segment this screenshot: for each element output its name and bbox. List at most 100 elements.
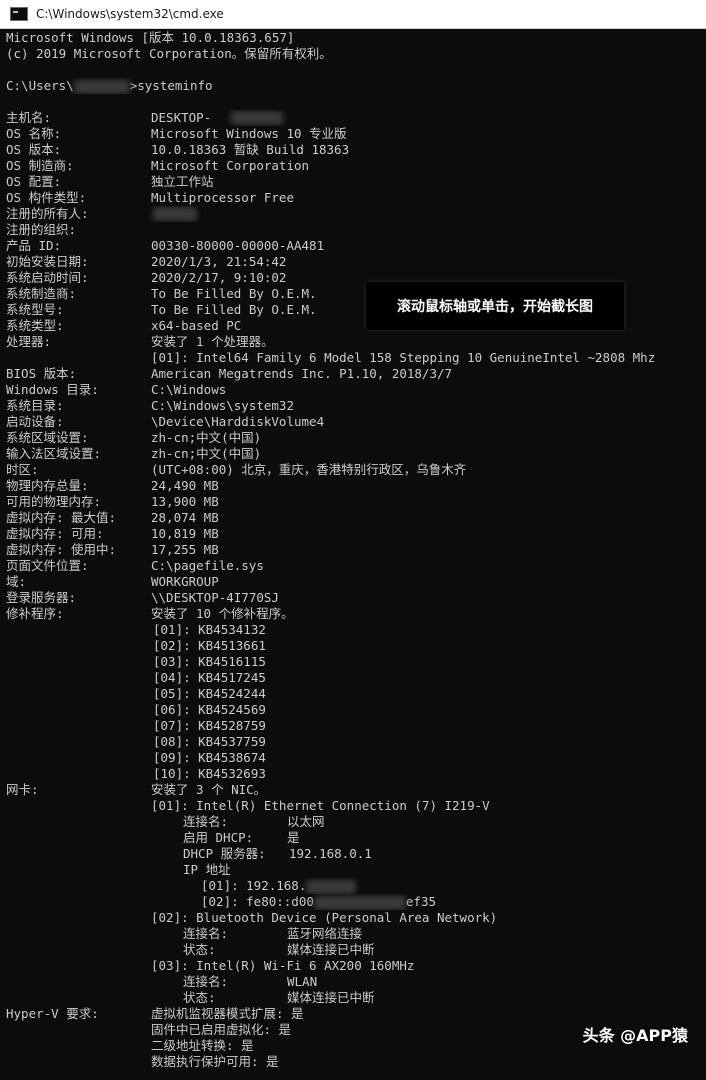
nic-3-conn-label: 连接名: — [183, 974, 229, 989]
info-label: 系统目录: — [6, 398, 64, 413]
info-label: OS 版本: — [6, 142, 62, 157]
info-value: 00330-80000-00000-AA481 — [151, 238, 325, 253]
info-label: 虚拟内存: 可用: — [6, 526, 104, 541]
hyperv-line-1: 虚拟机监视器模式扩展: 是 — [151, 1006, 304, 1021]
info-value: zh-cn;中文(中国) — [151, 446, 262, 461]
redacted-hostname — [231, 111, 283, 125]
info-value: 17,255 MB — [151, 542, 219, 557]
hyperv-line-3: 二级地址转换: 是 — [151, 1038, 254, 1053]
nic-2-conn-label: 连接名: — [183, 926, 229, 941]
info-label: OS 构件类型: — [6, 190, 87, 205]
console-line: 状态: 媒体连接已中断 — [6, 942, 702, 958]
info-row: OS 名称: Microsoft Windows 10 专业版 — [6, 126, 702, 142]
info-value: 安装了 10 个修补程序。 — [151, 606, 294, 621]
console-line: 网卡: 安装了 3 个 NIC。 — [6, 782, 702, 798]
console-line: [01]: 192.168. — [6, 878, 702, 894]
console-line: Microsoft Windows [版本 10.0.18363.657] — [6, 30, 702, 46]
info-label: 登录服务器: — [6, 590, 77, 605]
hyperv-line-4: 数据执行保护可用: 是 — [151, 1054, 279, 1069]
hotfix-list: [01]: KB4534132 [02]: KB4513661 [03]: KB45… — [6, 622, 702, 782]
info-value: WORKGROUP — [151, 574, 219, 589]
hotfix-id: [04]: KB4517245 — [153, 670, 266, 685]
nic-2-name: [02]: Bluetooth Device (Personal Area Ne… — [151, 910, 498, 925]
info-row: 可用的物理内存: 13,900 MB — [6, 494, 702, 510]
info-value: 28,074 MB — [151, 510, 219, 525]
info-label: 虚拟内存: 使用中: — [6, 542, 117, 557]
info-value: C:\pagefile.sys — [151, 558, 264, 573]
hotfix-id: [06]: KB4524569 — [153, 702, 266, 717]
window-title: C:\Windows\system32\cmd.exe — [36, 7, 224, 21]
title-bar[interactable]: C:\Windows\system32\cmd.exe — [0, 0, 706, 29]
info-value: To Be Filled By O.E.M. — [151, 302, 317, 317]
console-line: [01]: Intel(R) Ethernet Connection (7) I… — [6, 798, 702, 814]
console-line: 连接名: 蓝牙网络连接 — [6, 926, 702, 942]
nic-3-name: [03]: Intel(R) Wi-Fi 6 AX200 160MHz — [151, 958, 415, 973]
hotfix-item: [04]: KB4517245 — [6, 670, 702, 686]
info-label: 时区: — [6, 462, 39, 477]
info-label: 产品 ID: — [6, 238, 62, 253]
info-value: C:\Windows — [151, 382, 227, 397]
hotfix-id: [09]: KB4538674 — [153, 750, 266, 765]
info-row: OS 制造商: Microsoft Corporation — [6, 158, 702, 174]
hotfix-item: [02]: KB4513661 — [6, 638, 702, 654]
console-line: (c) 2019 Microsoft Corporation。保留所有权利。 — [6, 46, 702, 62]
nic-1-name: [01]: Intel(R) Ethernet Connection (7) I… — [151, 798, 490, 813]
cmd-window: C:\Windows\system32\cmd.exe Microsoft Wi… — [0, 0, 706, 1080]
info-label: 修补程序: — [6, 606, 64, 621]
hotfix-id: [02]: KB4513661 — [153, 638, 266, 653]
info-label: 输入法区域设置: — [6, 446, 102, 461]
console-line: C:\Users\ >systeminfo — [6, 78, 702, 94]
info-label: 系统区域设置: — [6, 430, 89, 445]
info-label: 系统类型: — [6, 318, 64, 333]
nic-summary: 安装了 3 个 NIC。 — [151, 782, 267, 797]
info-row: 注册的所有人: — [6, 206, 702, 222]
nic-3-state-label: 状态: — [183, 990, 216, 1005]
console-line: 连接名: WLAN — [6, 974, 702, 990]
nic-3-state-value: 媒体连接已中断 — [287, 990, 375, 1005]
info-row: 初始安装日期: 2020/1/3, 21:54:42 — [6, 254, 702, 270]
info-label: 系统型号: — [6, 302, 64, 317]
hotfix-item: [05]: KB4524244 — [6, 686, 702, 702]
info-value: 10.0.18363 暂缺 Build 18363 — [151, 142, 350, 157]
info-label: 系统启动时间: — [6, 270, 89, 285]
info-row: OS 版本: 10.0.18363 暂缺 Build 18363 — [6, 142, 702, 158]
hotfix-item: [03]: KB4516115 — [6, 654, 702, 670]
info-row: 虚拟内存: 最大值: 28,074 MB — [6, 510, 702, 526]
long-screenshot-tooltip[interactable]: 滚动鼠标轴或单击，开始截长图 — [366, 282, 624, 330]
info-row: 主机名: DESKTOP- — [6, 110, 702, 126]
info-value: Microsoft Corporation — [151, 158, 310, 173]
info-row: 系统目录: C:\Windows\system32 — [6, 398, 702, 414]
ip-1-text: [01]: 192.168. — [201, 878, 307, 893]
prompt-command: >systeminfo — [129, 78, 213, 93]
info-value: Multiprocessor Free — [151, 190, 294, 205]
info-value: 24,490 MB — [151, 478, 219, 493]
info-value: \Device\HarddiskVolume4 — [151, 414, 325, 429]
nic-1-ip-2: [02]: fe80::d00 ef35 — [201, 894, 436, 910]
nic-1-dhcp-label: 启用 DHCP: — [183, 830, 254, 845]
info-label: BIOS 版本: — [6, 366, 77, 381]
hotfix-item: [09]: KB4538674 — [6, 750, 702, 766]
hyperv-line-2: 固件中已启用虚拟化: 是 — [151, 1022, 292, 1037]
info-value: 独立工作站 — [151, 174, 214, 189]
info-value: (UTC+08:00) 北京，重庆，香港特别行政区，乌鲁木齐 — [151, 462, 467, 477]
info-row: 页面文件位置: C:\pagefile.sys — [6, 558, 702, 574]
console-output[interactable]: Microsoft Windows [版本 10.0.18363.657] (c… — [6, 30, 702, 1076]
redacted-ip — [306, 879, 357, 894]
cmd-app-icon[interactable] — [10, 7, 28, 21]
info-row: 注册的组织: — [6, 222, 702, 238]
info-row: 修补程序: 安装了 10 个修补程序。 — [6, 606, 702, 622]
info-value: Microsoft Windows 10 专业版 — [151, 126, 347, 141]
info-value: To Be Filled By O.E.M. — [151, 286, 317, 301]
info-row: BIOS 版本: American Megatrends Inc. P1.10, … — [6, 366, 702, 382]
info-row: 处理器: 安装了 1 个处理器。 — [6, 334, 702, 350]
hotfix-id: [05]: KB4524244 — [153, 686, 266, 701]
info-label: 注册的组织: — [6, 222, 77, 237]
info-label: 主机名: — [6, 110, 52, 125]
console-line: [02]: Bluetooth Device (Personal Area Ne… — [6, 910, 702, 926]
nic-label: 网卡: — [6, 782, 39, 797]
info-value: zh-cn;中文(中国) — [151, 430, 262, 445]
nic-2-conn-value: 蓝牙网络连接 — [287, 926, 363, 941]
info-row: [01]: Intel64 Family 6 Model 158 Steppin… — [6, 350, 702, 366]
hyperv-label: Hyper-V 要求: — [6, 1006, 99, 1021]
